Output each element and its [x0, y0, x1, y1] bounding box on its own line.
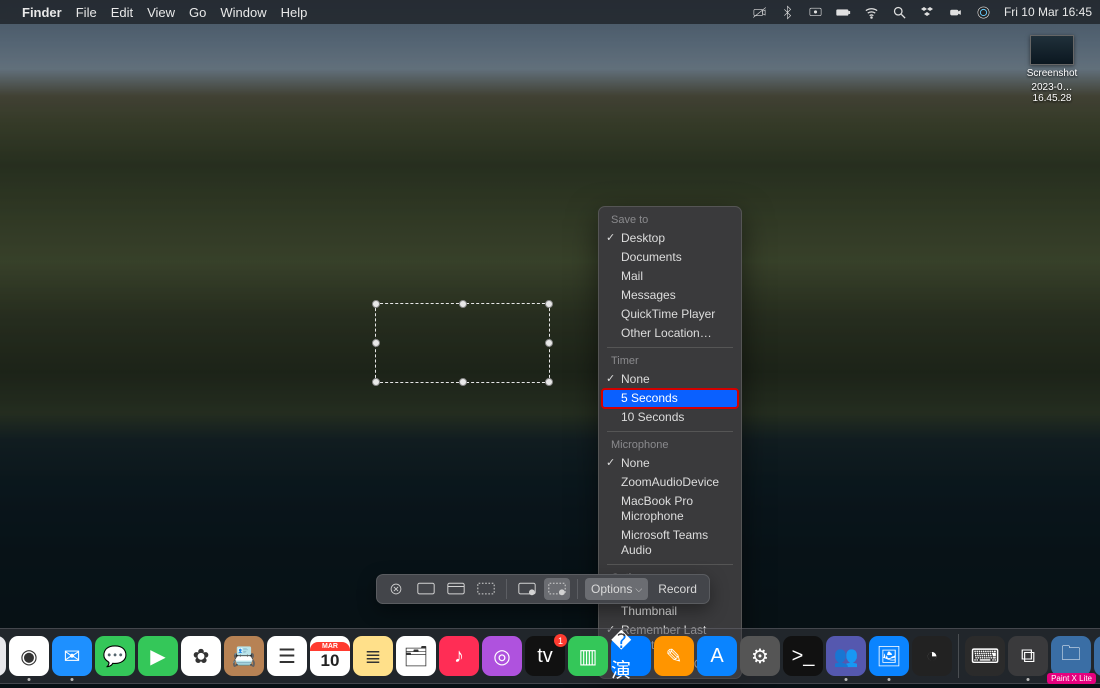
dock-screenshot[interactable]: ⧉ [1008, 636, 1048, 676]
screen-icon[interactable] [808, 4, 824, 20]
dock-activity[interactable]: ◔ [912, 636, 952, 676]
record-selection-button[interactable] [544, 578, 570, 600]
watermark: Paint X Lite [1047, 673, 1096, 684]
desktop-file[interactable]: Screenshot 2023-0…16.45.28 [1022, 35, 1082, 104]
dock-appletv[interactable]: tv1 [525, 636, 565, 676]
menu-item-other-location[interactable]: Other Location… [599, 324, 741, 343]
dock-pages[interactable]: ✎ [654, 636, 694, 676]
dock-teams[interactable]: 👥 [826, 636, 866, 676]
menu-header: Timer [599, 352, 741, 370]
dock-mail[interactable]: ✉ [52, 636, 92, 676]
chevron-down-icon: ⌵ [635, 584, 642, 595]
menu-help[interactable]: Help [281, 5, 308, 20]
record-button[interactable]: Record [652, 582, 703, 596]
menu-item-none[interactable]: None [599, 454, 741, 473]
dropbox-icon[interactable] [920, 4, 936, 20]
record-screen-button[interactable] [514, 578, 540, 600]
dock-appstore[interactable]: A [697, 636, 737, 676]
capture-window-button[interactable] [443, 578, 469, 600]
file-sub: 2023-0…16.45.28 [1022, 82, 1082, 104]
file-name: Screenshot [1022, 68, 1082, 79]
menu-header: Microphone [599, 436, 741, 454]
menu-go[interactable]: Go [189, 5, 206, 20]
menu-edit[interactable]: Edit [111, 5, 133, 20]
screenshot-toolbar: Options⌵ Record [376, 574, 710, 604]
menu-item-10-seconds[interactable]: 10 Seconds [599, 408, 741, 427]
siri-icon[interactable] [976, 4, 992, 20]
dock-music[interactable]: ♪ [439, 636, 479, 676]
menu-item-macbook-pro-microphone[interactable]: MacBook Pro Microphone [599, 492, 741, 526]
app-name[interactable]: Finder [22, 5, 62, 20]
dock-reminders[interactable]: ☰ [267, 636, 307, 676]
close-button[interactable] [383, 578, 409, 600]
dock-messages[interactable]: 💬 [95, 636, 135, 676]
dock-podcasts[interactable]: ◎ [482, 636, 522, 676]
dock-folder2[interactable]: 🗀 [1094, 636, 1100, 676]
dock-terminal[interactable]: >_ [783, 636, 823, 676]
camera-icon[interactable] [752, 4, 768, 20]
file-thumbnail [1030, 35, 1074, 65]
toolbar-separator [506, 579, 507, 599]
search-icon[interactable] [892, 4, 908, 20]
menu-file[interactable]: File [76, 5, 97, 20]
menu-window[interactable]: Window [220, 5, 266, 20]
dock-calendar[interactable]: MAR10 [310, 636, 350, 676]
wifi-icon[interactable] [864, 4, 880, 20]
clock[interactable]: Fri 10 Mar 16:45 [1004, 5, 1092, 19]
dock-chrome[interactable]: ◉ [9, 636, 49, 676]
dock-notes[interactable]: ≣ [353, 636, 393, 676]
dock-folder[interactable]: 🗀 [1051, 636, 1091, 676]
dock-keynote[interactable]: �演 [611, 636, 651, 676]
menu-item-desktop[interactable]: Desktop [599, 229, 741, 248]
options-button[interactable]: Options⌵ [585, 578, 648, 600]
bluetooth-icon[interactable] [780, 4, 796, 20]
menu-item-5-seconds[interactable]: 5 Seconds [602, 389, 738, 408]
dock-contacts[interactable]: 📇 [224, 636, 264, 676]
dock-facetime[interactable]: ▶ [138, 636, 178, 676]
dock-numbers[interactable]: ▥ [568, 636, 608, 676]
menu-item-messages[interactable]: Messages [599, 286, 741, 305]
menu-item-none[interactable]: None [599, 370, 741, 389]
menu-view[interactable]: View [147, 5, 175, 20]
dock-safari[interactable]: 🧭 [0, 636, 6, 676]
capture-screen-button[interactable] [413, 578, 439, 600]
capture-selection[interactable] [375, 303, 550, 383]
dock-settings[interactable]: ⚙ [740, 636, 780, 676]
capture-selection-button[interactable] [473, 578, 499, 600]
toolbar-separator [577, 579, 578, 599]
options-menu: Save toDesktopDocumentsMailMessagesQuick… [598, 206, 742, 679]
menu-item-mail[interactable]: Mail [599, 267, 741, 286]
dock-photos[interactable]: ✿ [181, 636, 221, 676]
dock-preview[interactable]: 🖼 [869, 636, 909, 676]
zoom-icon[interactable] [948, 4, 964, 20]
menu-header: Save to [599, 211, 741, 229]
dock-keyboard[interactable]: ⌨ [965, 636, 1005, 676]
menu-item-documents[interactable]: Documents [599, 248, 741, 267]
dock: ☺▦🧭◉✉💬▶✿📇☰MAR10≣🗂♪◎tv1▥�演✎A⚙>_👥🖼◔⌨⧉🗀🗀📄🗑 [0, 628, 1100, 684]
battery-icon[interactable] [836, 4, 852, 20]
menu-item-microsoft-teams-audio[interactable]: Microsoft Teams Audio [599, 526, 741, 560]
menu-bar: Finder File Edit View Go Window Help Fri… [0, 0, 1100, 24]
menu-item-quicktime-player[interactable]: QuickTime Player [599, 305, 741, 324]
dock-files[interactable]: 🗂 [396, 636, 436, 676]
menu-item-zoomaudiodevice[interactable]: ZoomAudioDevice [599, 473, 741, 492]
